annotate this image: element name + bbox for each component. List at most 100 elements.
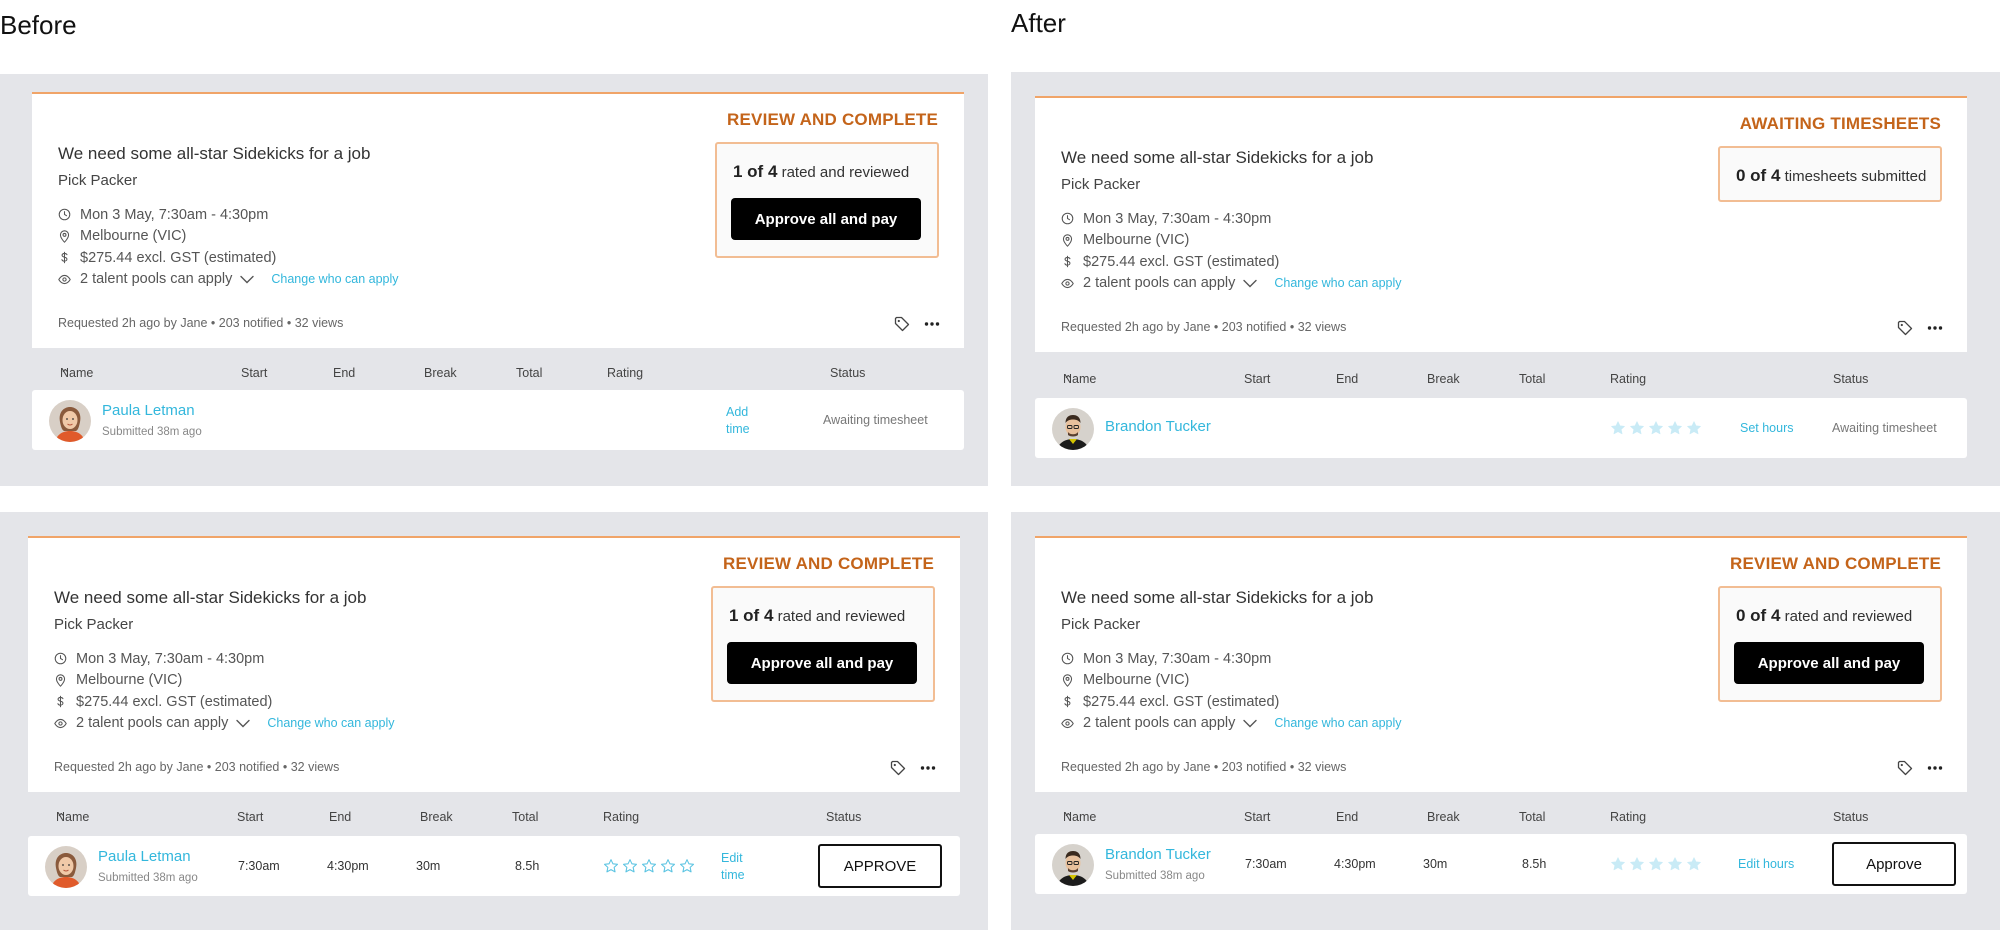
change-who-can-apply-link[interactable]: Change who can apply xyxy=(1274,716,1401,730)
tag-icon[interactable] xyxy=(1897,320,1913,336)
job-role: Pick Packer xyxy=(58,172,138,189)
status-text: Awaiting timesheet xyxy=(1832,421,1937,435)
chevron-down-icon[interactable] xyxy=(1243,719,1257,728)
column-total: Total xyxy=(1519,810,1546,824)
star-rating[interactable] xyxy=(1610,856,1702,872)
column-rating: Rating xyxy=(1610,372,1647,386)
table-row: Paula Letman Submitted 38m ago Add time A… xyxy=(32,390,964,450)
column-status: Status xyxy=(1833,810,1869,824)
edit-time-link[interactable]: Edit time xyxy=(721,850,745,884)
column-name[interactable]: Name ⌃ xyxy=(1063,372,1096,387)
edit-hours-link[interactable]: Edit hours xyxy=(1738,856,1794,873)
star-icon[interactable] xyxy=(1629,856,1645,872)
worker-name-link[interactable]: Paula Letman xyxy=(102,402,195,419)
break-duration: 30m xyxy=(416,859,441,873)
star-icon[interactable] xyxy=(679,858,695,874)
approve-all-and-pay-button[interactable]: Approve all and pay xyxy=(731,198,921,240)
eye-icon xyxy=(58,273,80,286)
dollar-icon xyxy=(58,251,80,264)
worker-name-link[interactable]: Brandon Tucker xyxy=(1105,846,1211,863)
star-icon[interactable] xyxy=(1686,856,1702,872)
after-bottom-panel: REVIEW AND COMPLETE We need some all-sta… xyxy=(1011,512,2000,930)
add-time-link[interactable]: Add time xyxy=(726,404,750,438)
worker-name-link[interactable]: Brandon Tucker xyxy=(1105,418,1211,435)
more-options-icon[interactable] xyxy=(924,316,940,332)
star-icon xyxy=(1610,420,1626,436)
location-pin-icon xyxy=(1061,674,1083,687)
star-icon[interactable] xyxy=(622,858,638,874)
column-rating: Rating xyxy=(603,810,640,824)
job-meta: Requested 2h ago by Jane • 203 notified … xyxy=(1061,320,1347,334)
more-options-icon[interactable] xyxy=(1927,760,1943,776)
avatar xyxy=(45,846,87,888)
column-break: Break xyxy=(1427,810,1460,824)
star-icon[interactable] xyxy=(603,858,619,874)
job-details: Mon 3 May, 7:30am - 4:30pm Melbourne (VI… xyxy=(54,648,395,734)
tag-icon[interactable] xyxy=(890,760,906,776)
chevron-down-icon[interactable] xyxy=(1243,279,1257,288)
job-details: Mon 3 May, 7:30am - 4:30pm Melbourne (VI… xyxy=(58,204,399,290)
change-who-can-apply-link[interactable]: Change who can apply xyxy=(1274,276,1401,290)
star-icon[interactable] xyxy=(1610,856,1626,872)
column-end: End xyxy=(1336,372,1359,386)
summary-text: 0 of 4 rated and reviewed xyxy=(1736,606,1913,625)
job-meta: Requested 2h ago by Jane • 203 notified … xyxy=(58,316,344,330)
star-icon[interactable] xyxy=(1667,856,1683,872)
before-bottom-panel: REVIEW AND COMPLETE We need some all-sta… xyxy=(0,512,988,930)
summary-box: 1 of 4 rated and reviewed Approve all an… xyxy=(711,586,935,702)
job-role: Pick Packer xyxy=(1061,616,1141,633)
change-who-can-apply-link[interactable]: Change who can apply xyxy=(267,716,394,730)
submitted-time: Submitted 38m ago xyxy=(102,426,202,438)
star-rating xyxy=(1610,420,1702,436)
column-start: Start xyxy=(1244,372,1271,386)
job-state-label: REVIEW AND COMPLETE xyxy=(1730,554,1941,573)
summary-text: 1 of 4 rated and reviewed xyxy=(733,162,910,181)
approve-button[interactable]: APPROVE xyxy=(818,844,942,888)
clock-icon xyxy=(54,652,76,665)
tag-icon[interactable] xyxy=(894,316,910,332)
column-status: Status xyxy=(1833,372,1869,386)
job-location: Melbourne (VIC) xyxy=(80,228,187,245)
star-icon[interactable] xyxy=(660,858,676,874)
dollar-icon xyxy=(1061,255,1083,268)
more-options-icon[interactable] xyxy=(1927,320,1943,336)
end-time: 4:30pm xyxy=(1334,857,1376,871)
column-total: Total xyxy=(512,810,539,824)
worker-name-link[interactable]: Paula Letman xyxy=(98,848,191,865)
clock-icon xyxy=(1061,212,1083,225)
summary-box: 0 of 4 rated and reviewed Approve all an… xyxy=(1718,586,1942,702)
location-pin-icon xyxy=(54,674,76,687)
set-hours-link[interactable]: Set hours xyxy=(1740,420,1794,437)
job-datetime: Mon 3 May, 7:30am - 4:30pm xyxy=(1083,210,1272,227)
approve-button[interactable]: Approve xyxy=(1832,842,1956,886)
column-start: Start xyxy=(241,366,268,380)
start-time: 7:30am xyxy=(1245,857,1287,871)
talent-pools: 2 talent pools can apply xyxy=(1083,275,1236,292)
eye-icon xyxy=(54,717,76,730)
chevron-down-icon[interactable] xyxy=(236,719,250,728)
star-icon[interactable] xyxy=(641,858,657,874)
approve-all-and-pay-button[interactable]: Approve all and pay xyxy=(727,642,917,684)
star-rating[interactable] xyxy=(603,858,695,874)
after-top-panel: AWAITING TIMESHEETS We need some all-sta… xyxy=(1011,72,2000,486)
job-meta: Requested 2h ago by Jane • 203 notified … xyxy=(1061,760,1347,774)
tag-icon[interactable] xyxy=(1897,760,1913,776)
end-time: 4:30pm xyxy=(327,859,369,873)
job-pay: $275.44 excl. GST (estimated) xyxy=(1083,253,1280,270)
break-duration: 30m xyxy=(1423,857,1448,871)
table-header: Name ⌃ Start End Break Total Rating Stat… xyxy=(1035,810,1967,830)
column-name[interactable]: Name ⌃ xyxy=(1063,810,1096,825)
submitted-time: Submitted 38m ago xyxy=(98,872,198,884)
job-location: Melbourne (VIC) xyxy=(1083,232,1190,249)
more-options-icon[interactable] xyxy=(920,760,936,776)
column-name[interactable]: Name ⌃ xyxy=(56,810,89,825)
column-name[interactable]: Name ⌃ xyxy=(60,366,93,381)
summary-box: 1 of 4 rated and reviewed Approve all an… xyxy=(715,142,939,258)
job-card: REVIEW AND COMPLETE We need some all-sta… xyxy=(1035,536,1967,792)
chevron-down-icon[interactable] xyxy=(240,275,254,284)
star-icon[interactable] xyxy=(1648,856,1664,872)
approve-all-and-pay-button[interactable]: Approve all and pay xyxy=(1734,642,1924,684)
change-who-can-apply-link[interactable]: Change who can apply xyxy=(271,272,398,286)
job-location: Melbourne (VIC) xyxy=(1083,672,1190,689)
column-status: Status xyxy=(830,366,866,380)
